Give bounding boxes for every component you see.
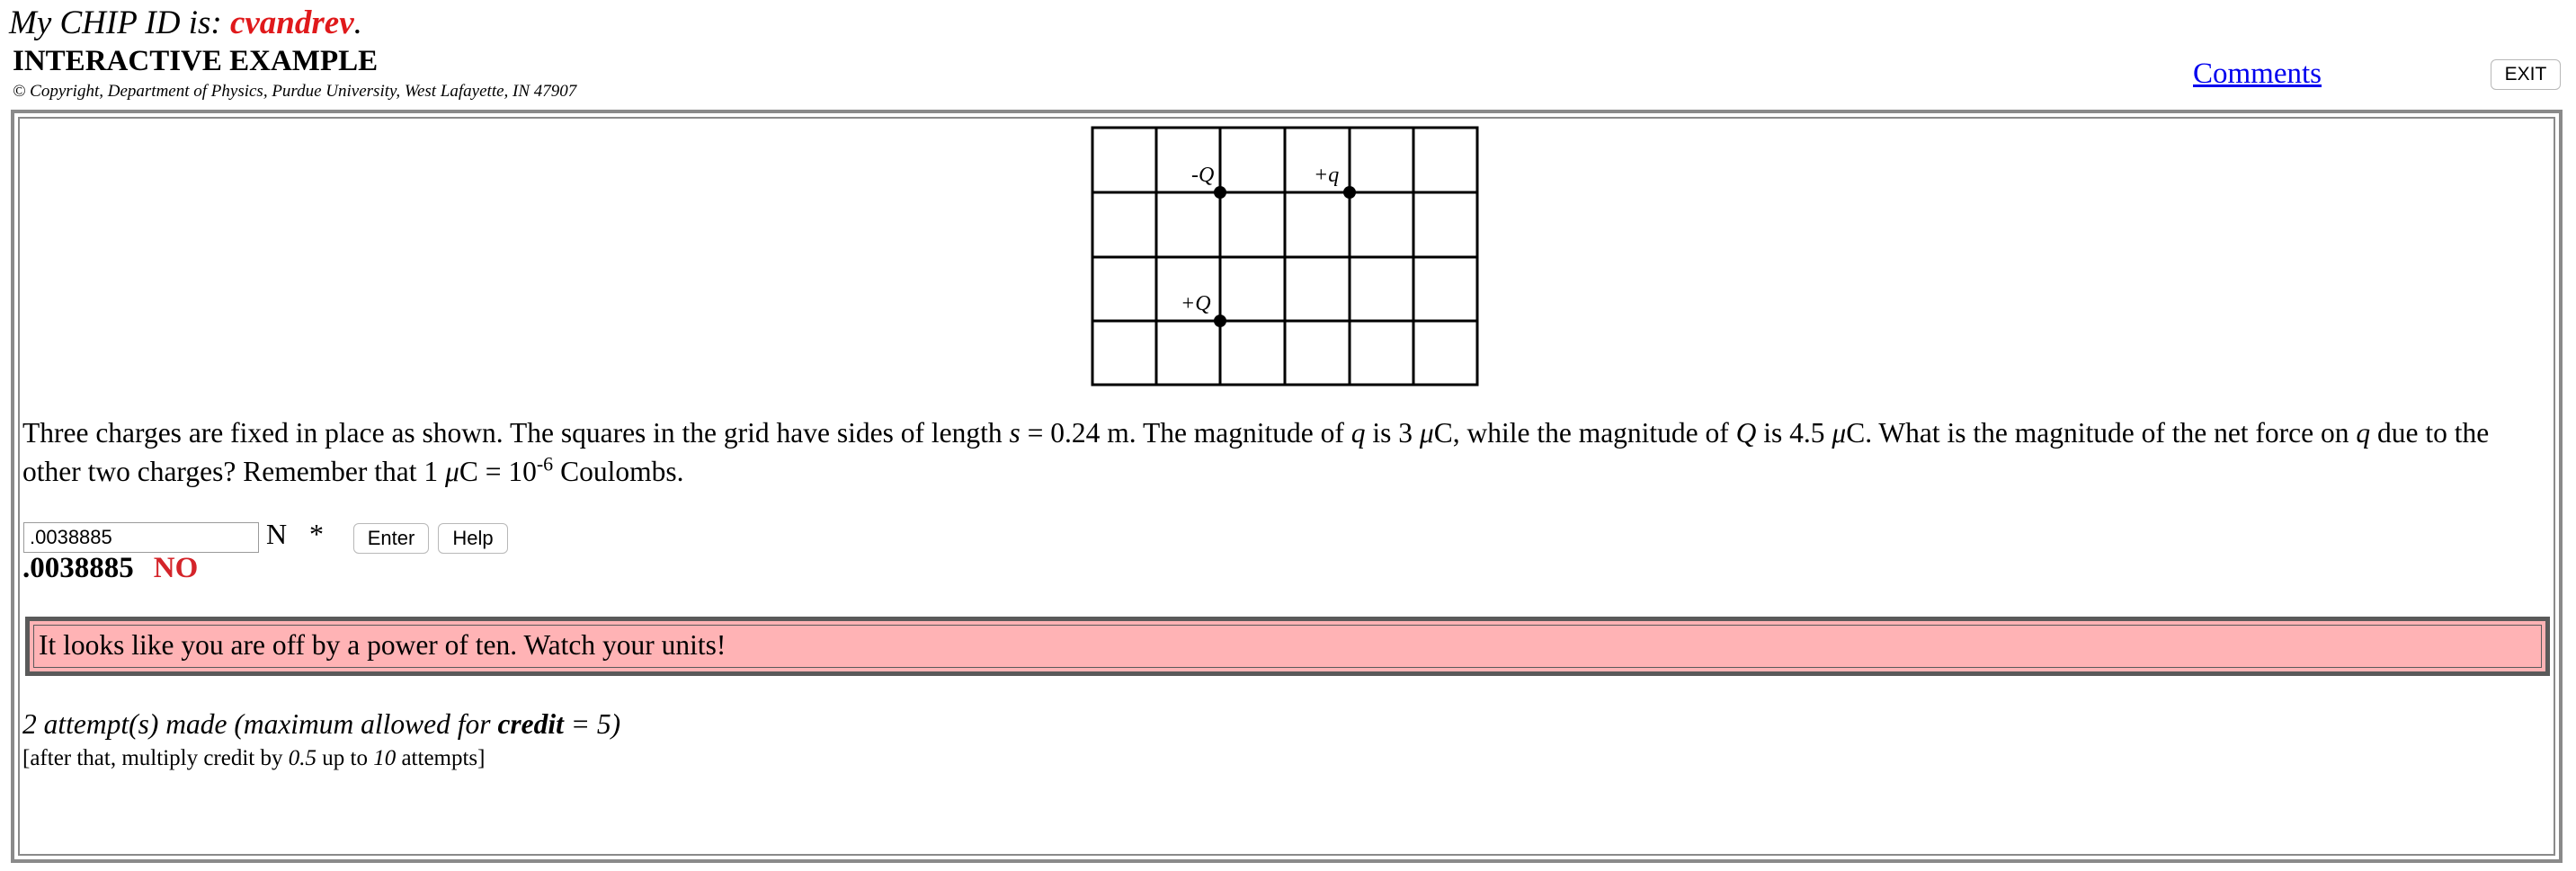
help-button[interactable]: Help [438,523,508,554]
attempts-text: = 5) [563,708,621,740]
chip-id-line: My CHIP ID is: cvandrev. [9,4,362,42]
feedback-message: It looks like you are off by a power of … [33,625,2542,668]
required-asterisk: * [309,518,324,550]
variable-q: q [1350,417,1366,449]
charge-plus-q-dot [1343,186,1356,199]
comments-link[interactable]: Comments [2193,58,2322,91]
charge-grid-diagram: -Q +q +Q [1091,126,1479,387]
micro-symbol: μ [1419,417,1434,449]
feedback-box: It looks like you are off by a power of … [25,617,2550,676]
credit-word: credit [497,708,564,740]
unit-label: N [266,518,288,550]
submission-result: .0038885 NO [22,552,198,585]
enter-button[interactable]: Enter [353,523,429,554]
credit-note-text: [after that, multiply credit by [22,746,289,770]
question-part: Three charges are fixed in place as show… [22,417,1010,449]
charge-plus-Q-dot [1214,315,1226,327]
attempts-text: 2 attempt(s) made (maximum allowed for [22,708,498,740]
credit-factor: 0.5 [288,746,316,770]
charge-minus-Q-dot [1214,186,1226,199]
variable-q: q [2356,417,2371,449]
answer-input[interactable] [23,522,259,553]
verdict-badge: NO [153,552,199,584]
question-text: Three charges are fixed in place as show… [22,413,2549,491]
variable-s: s [1009,417,1021,449]
attempts-status: 2 attempt(s) made (maximum allowed for c… [22,708,620,741]
credit-note-text: attempts] [396,746,486,770]
micro-symbol: μ [1832,417,1847,449]
exit-button[interactable]: EXIT [2491,59,2561,90]
charge-plus-q-label: +q [1314,164,1339,187]
question-part: C. What is the magnitude of the net forc… [1846,417,2357,449]
max-attempts: 10 [373,746,397,770]
chip-id-prefix: My CHIP ID is: [9,4,230,41]
chip-id-suffix: . [353,4,362,41]
charge-plus-Q-label: +Q [1181,292,1211,316]
credit-note-text: up to [316,746,374,770]
chip-id-value: cvandrev [229,4,354,41]
page-title: INTERACTIVE EXAMPLE [13,45,379,77]
question-part: C, while the magnitude of [1433,417,1736,449]
variable-Q: Q [1735,417,1757,449]
credit-policy-note: [after that, multiply credit by 0.5 up t… [22,746,485,771]
grid-lines [1091,126,1479,387]
question-part: = 0.24 m. The magnitude of [1020,417,1351,449]
charge-minus-Q-label: -Q [1191,164,1214,187]
question-part: Coulombs. [553,456,684,487]
micro-symbol: μ [445,456,459,487]
copyright-notice: © Copyright, Department of Physics, Purd… [13,82,577,101]
exponent: -6 [536,452,554,475]
question-part: is 3 [1365,417,1420,449]
question-part: is 4.5 [1756,417,1832,449]
submitted-value: .0038885 [22,552,134,584]
question-part: C = 10 [459,456,537,487]
